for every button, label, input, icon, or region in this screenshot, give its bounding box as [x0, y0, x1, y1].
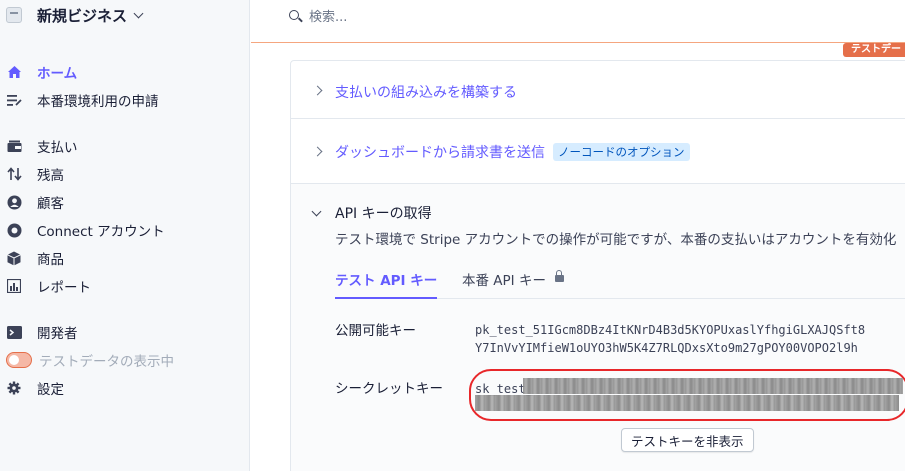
top-bar: 検索... — [251, 0, 905, 43]
checklist-icon — [6, 92, 22, 108]
redacted-key — [523, 378, 903, 394]
gear-icon — [6, 380, 22, 396]
sidebar-item-developers[interactable]: 開発者 — [6, 321, 78, 343]
sidebar-item-home[interactable]: ホーム — [6, 61, 77, 83]
sidebar-item-label: 開発者 — [37, 326, 78, 342]
sidebar: 新規ビジネス ホーム 本番環境利用の申請 支払い 残高 顧客 Connect ア… — [0, 0, 250, 471]
hide-test-key-button[interactable]: テストキーを非表示 — [621, 428, 754, 452]
connect-icon — [6, 222, 22, 238]
tab-label: テスト API キー — [335, 273, 438, 289]
toggle-switch[interactable] — [6, 352, 32, 368]
terminal-icon — [6, 324, 22, 340]
sidebar-item-customers[interactable]: 顧客 — [6, 191, 64, 213]
publishable-key-line: pk_test_51IGcm8DBz4ItKNrD4B3d5KYOPUxaslY… — [475, 323, 866, 337]
row-title[interactable]: 支払いの組み込みを構築する — [335, 82, 517, 102]
search-placeholder: 検索... — [309, 9, 348, 25]
home-icon — [6, 64, 22, 80]
api-keys-section: API キーの取得 テスト環境で Stripe アカウントでの操作が可能ですが、… — [291, 184, 905, 471]
sidebar-item-settings[interactable]: 設定 — [6, 377, 64, 399]
sidebar-item-label: 支払い — [37, 140, 78, 156]
account-switcher[interactable]: 新規ビジネス — [6, 4, 144, 26]
sidebar-item-test-data-toggle[interactable]: テストデータの表示中 — [6, 349, 174, 371]
tab-label: 本番 API キー — [462, 273, 546, 289]
sidebar-item-label: ホーム — [37, 66, 78, 82]
sidebar-item-label: 商品 — [37, 252, 64, 268]
row-build-integration[interactable]: 支払いの組み込みを構築する — [291, 61, 905, 119]
lock-icon — [554, 270, 564, 282]
tab-live-keys[interactable]: 本番 API キー — [462, 269, 564, 299]
setup-card: 支払いの組み込みを構築する ダッシュボードから請求書を送信 ノーコードのオプショ… — [290, 60, 905, 471]
secret-key-label: シークレットキー — [335, 381, 443, 397]
customers-icon — [6, 194, 22, 210]
secret-key-annotation: sk_test_ — [469, 369, 905, 421]
business-icon — [6, 7, 22, 23]
sidebar-item-activation[interactable]: 本番環境利用の申請 — [6, 89, 159, 111]
no-code-badge: ノーコードのオプション — [553, 143, 690, 161]
balances-icon — [6, 166, 22, 182]
sidebar-item-label: テストデータの表示中 — [39, 354, 174, 370]
sidebar-item-reports[interactable]: レポート — [6, 275, 91, 297]
row-title[interactable]: ダッシュボードから請求書を送信 — [335, 142, 545, 162]
tab-test-keys[interactable]: テスト API キー — [335, 269, 438, 299]
payments-icon — [6, 138, 22, 154]
row-send-invoice[interactable]: ダッシュボードから請求書を送信 ノーコードのオプション — [291, 119, 905, 184]
sidebar-item-label: Connect アカウント — [37, 224, 165, 240]
redacted-key — [475, 395, 899, 411]
api-key-tabs: テスト API キー 本番 API キー — [335, 269, 905, 299]
products-icon — [6, 250, 22, 266]
chevron-right-icon — [312, 146, 323, 157]
sidebar-item-label: レポート — [37, 280, 91, 296]
chevron-down-icon[interactable] — [311, 206, 322, 217]
sidebar-item-balances[interactable]: 残高 — [6, 163, 64, 185]
api-keys-description: テスト環境で Stripe アカウントでの操作が可能ですが、本番の支払いはアカウ… — [335, 232, 897, 248]
reports-icon — [6, 278, 22, 294]
api-keys-title[interactable]: API キーの取得 — [335, 203, 432, 223]
search-icon — [289, 10, 299, 20]
publishable-key-value[interactable]: pk_test_51IGcm8DBz4ItKNrD4B3d5KYOPUxaslY… — [475, 321, 905, 357]
search-input[interactable]: 検索... — [289, 6, 348, 25]
publishable-key-label: 公開可能キー — [335, 323, 416, 339]
sidebar-item-connect[interactable]: Connect アカウント — [6, 219, 165, 241]
sidebar-item-payments[interactable]: 支払い — [6, 135, 78, 157]
chevron-down-icon — [133, 8, 144, 18]
publishable-key-line: Y7InVvYIMfieW1oUYO3hW5K4Z7RLQDxsXto9m27g… — [475, 341, 858, 355]
chevron-right-icon — [312, 85, 323, 96]
account-name: 新規ビジネス — [37, 6, 128, 25]
test-mode-badge: テストデー — [843, 43, 905, 57]
row-title-wrap[interactable]: ダッシュボードから請求書を送信 ノーコードのオプション — [335, 142, 690, 162]
sidebar-item-label: 残高 — [37, 168, 64, 184]
sidebar-item-products[interactable]: 商品 — [6, 247, 64, 269]
sidebar-item-label: 顧客 — [37, 196, 64, 212]
sidebar-item-label: 設定 — [37, 382, 64, 398]
sidebar-item-label: 本番環境利用の申請 — [37, 94, 159, 110]
